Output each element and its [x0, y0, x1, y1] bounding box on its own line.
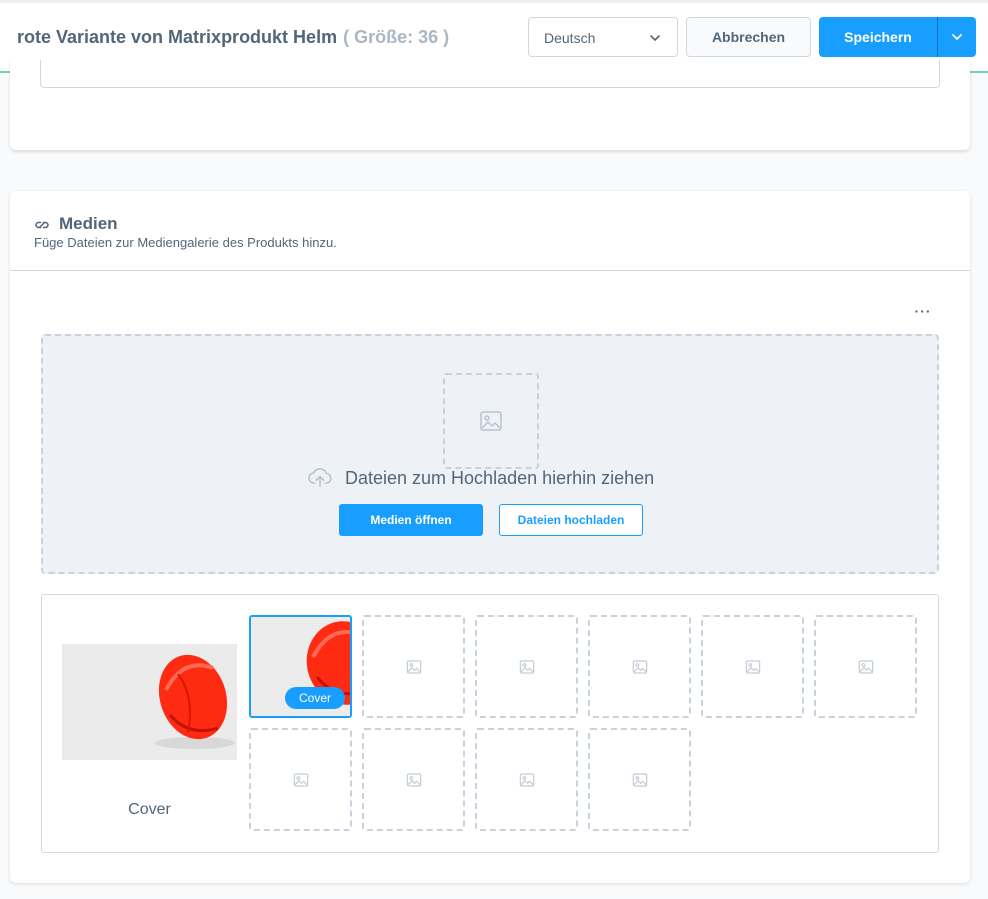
media-thumbnail-cover[interactable]: Cover [249, 615, 352, 718]
media-slot-placeholder [701, 615, 804, 718]
language-select[interactable]: Deutsch [528, 17, 678, 57]
save-options-toggle[interactable] [937, 17, 976, 57]
media-subtitle: Füge Dateien zur Mediengalerie des Produ… [34, 235, 337, 250]
media-slot-placeholder [588, 728, 691, 831]
variant-label: ( Größe: 36 ) [343, 27, 450, 47]
cancel-button[interactable]: Abbrechen [686, 17, 811, 57]
link-icon [35, 221, 49, 229]
media-title: Medien [59, 214, 118, 233]
media-slot-placeholder [362, 728, 465, 831]
media-slot-placeholder [249, 728, 352, 831]
previous-card [10, 60, 970, 150]
media-slot-placeholder [814, 615, 917, 718]
cover-image [62, 644, 237, 760]
chevron-down-icon [650, 35, 660, 41]
cover-badge: Cover [285, 687, 345, 709]
helmet-image [62, 644, 237, 760]
language-value: Deutsch [544, 30, 596, 46]
image-icon [858, 660, 874, 674]
media-slot-placeholder [475, 615, 578, 718]
image-icon [406, 660, 422, 674]
image-icon [406, 773, 422, 787]
media-slot-placeholder [588, 615, 691, 718]
image-icon [519, 773, 535, 787]
media-card-header: Medien Füge Dateien zur Mediengalerie de… [10, 191, 970, 271]
more-options-button[interactable]: ··· [914, 304, 932, 320]
cover-label: Cover [128, 801, 171, 818]
upload-files-button[interactable]: Dateien hochladen [499, 504, 643, 536]
previous-card-field [40, 60, 940, 88]
image-icon [632, 773, 648, 787]
product-title: rote Variante von Matrixprodukt Helm [17, 27, 338, 47]
image-icon [519, 660, 535, 674]
image-icon [745, 660, 761, 674]
media-card: Medien Füge Dateien zur Mediengalerie de… [10, 191, 970, 883]
media-gallery: Cover Cover [41, 594, 939, 853]
dropzone-preview-placeholder [443, 373, 539, 469]
open-media-button[interactable]: Medien öffnen [339, 504, 483, 536]
image-icon [480, 411, 502, 431]
cloud-upload-icon [308, 468, 332, 488]
image-icon [632, 660, 648, 674]
page-title: rote Variante von Matrixprodukt Helm( Gr… [17, 27, 449, 48]
dropzone-instruction: Dateien zum Hochladen hierhin ziehen [307, 468, 654, 490]
media-slot-placeholder [362, 615, 465, 718]
chevron-down-icon [952, 34, 962, 40]
upload-dropzone[interactable]: Dateien zum Hochladen hierhin ziehen Med… [41, 334, 939, 574]
media-slot-placeholder [475, 728, 578, 831]
save-button[interactable]: Speichern [819, 17, 937, 57]
dropzone-text: Dateien zum Hochladen hierhin ziehen [345, 468, 655, 488]
image-icon [293, 773, 309, 787]
